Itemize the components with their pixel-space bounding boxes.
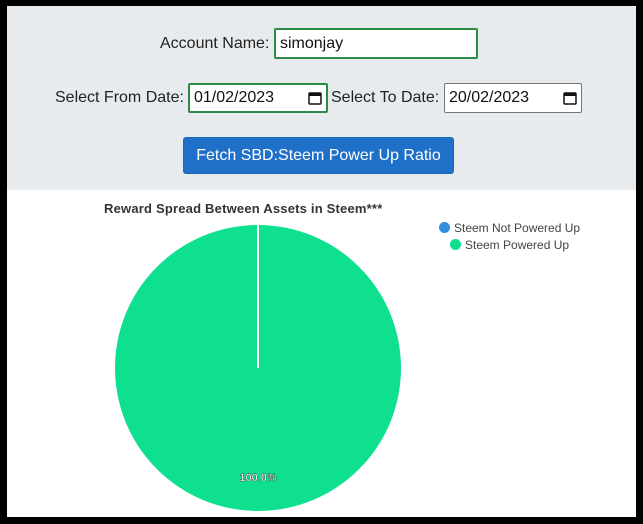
pie-data-label: 100.0%: [239, 472, 277, 484]
app-frame: Account Name: Select From Date: 01/02/20…: [7, 6, 636, 517]
pie-chart: 100.0%: [115, 225, 401, 511]
